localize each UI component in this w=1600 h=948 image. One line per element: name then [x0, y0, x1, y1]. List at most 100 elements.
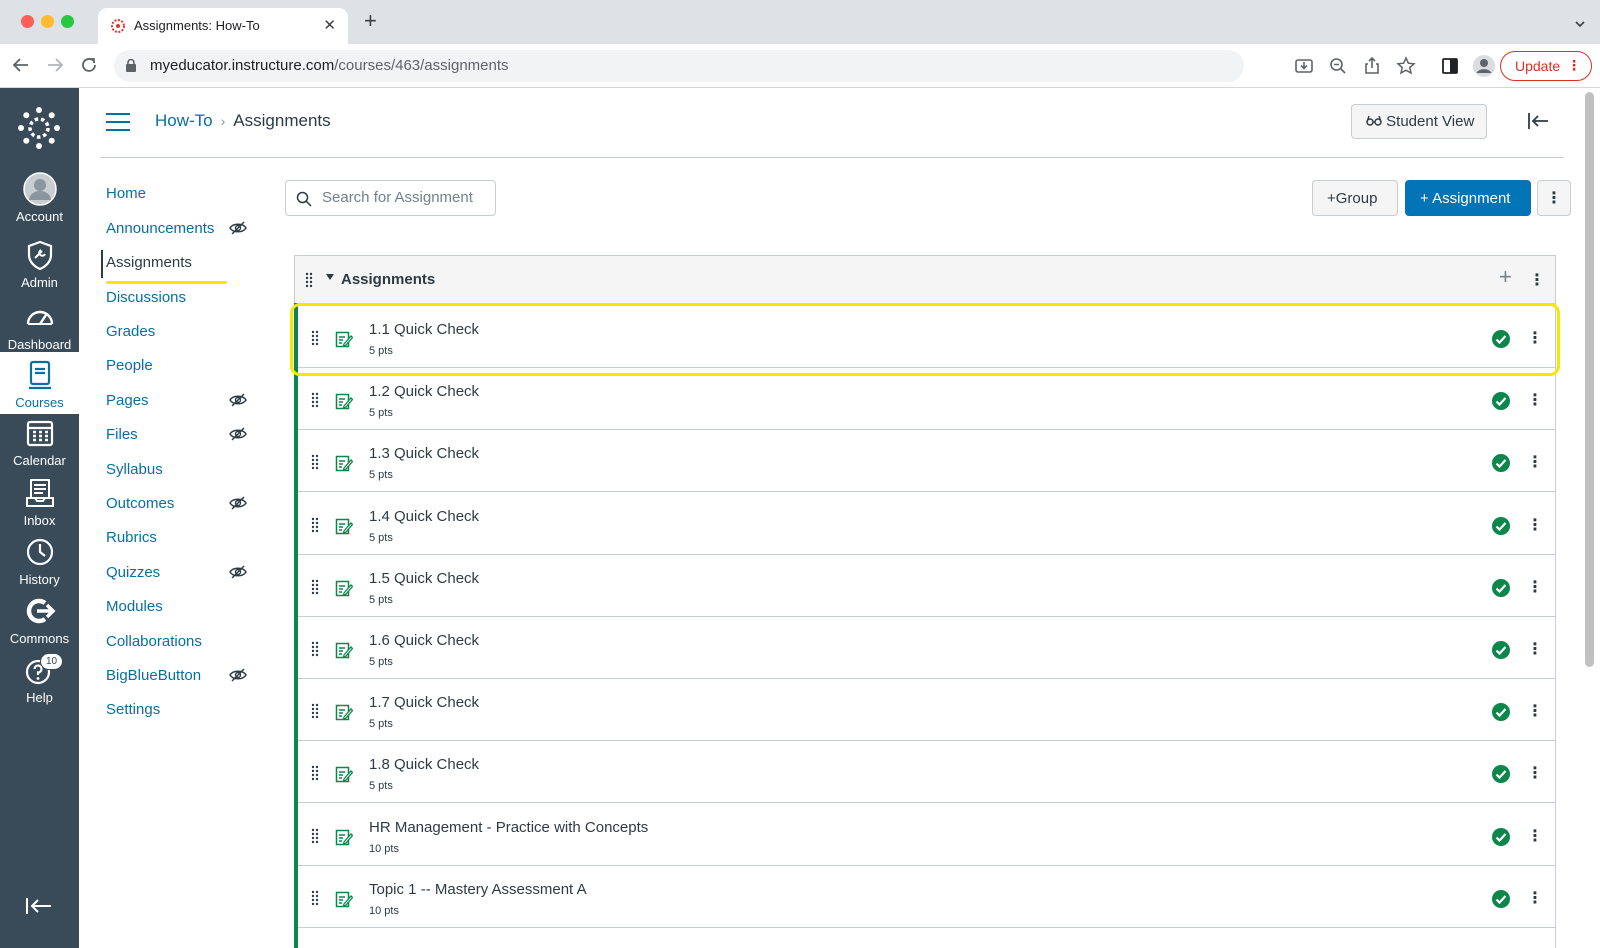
assignment-more-icon[interactable]: ⋮ [1527, 701, 1543, 721]
collapse-caret-icon[interactable] [326, 274, 334, 280]
course-nav-people[interactable]: People [106, 357, 256, 374]
browser-tab[interactable]: Assignments: How-To ✕ [98, 8, 348, 44]
assignment-row[interactable]: Topic 1 -- Mastery Assessment A 10 pts ⋮ [295, 864, 1555, 928]
global-nav-calendar[interactable]: Calendar [0, 416, 79, 468]
course-nav-home[interactable]: Home [106, 185, 256, 202]
assignment-more-icon[interactable]: ⋮ [1527, 639, 1543, 659]
search-field[interactable] [285, 180, 496, 216]
published-check-icon[interactable] [1491, 391, 1511, 411]
group-more-icon[interactable]: ⋮ [1529, 270, 1545, 290]
assignment-title-link[interactable]: 1.3 Quick Check [369, 445, 479, 462]
reload-icon[interactable] [80, 56, 98, 74]
assignment-title-link[interactable]: 1.6 Quick Check [369, 632, 479, 649]
drag-handle-icon[interactable] [311, 330, 319, 346]
window-minimize-button[interactable] [41, 15, 54, 28]
assignment-group-header[interactable]: Assignments + ⋮ [295, 256, 1555, 304]
tab-search-chevron-icon[interactable] [1574, 18, 1586, 30]
drag-handle-icon[interactable] [311, 454, 319, 470]
assignment-more-icon[interactable]: ⋮ [1527, 328, 1543, 348]
global-nav-account[interactable]: Account [0, 172, 79, 224]
published-check-icon[interactable] [1491, 453, 1511, 473]
assignment-title-link[interactable]: 1.7 Quick Check [369, 694, 479, 711]
drag-handle-icon[interactable] [305, 272, 313, 288]
published-check-icon[interactable] [1491, 889, 1511, 909]
assignment-more-icon[interactable]: ⋮ [1527, 888, 1543, 908]
course-nav-bigbluebutton[interactable]: BigBlueButton [106, 667, 256, 684]
course-nav-pages[interactable]: Pages [106, 392, 256, 409]
zoom-icon[interactable] [1328, 56, 1348, 76]
drag-handle-icon[interactable] [311, 579, 319, 595]
published-check-icon[interactable] [1491, 516, 1511, 536]
course-nav-assignments[interactable]: Assignments [101, 250, 256, 278]
drag-handle-icon[interactable] [311, 703, 319, 719]
window-zoom-button[interactable] [61, 15, 74, 28]
settings-more-button[interactable]: ⋮ [1537, 180, 1571, 216]
course-nav-settings[interactable]: Settings [106, 701, 256, 718]
course-nav-collaborations[interactable]: Collaborations [106, 633, 256, 650]
course-nav-outcomes[interactable]: Outcomes [106, 495, 256, 512]
published-check-icon[interactable] [1491, 702, 1511, 722]
published-check-icon[interactable] [1491, 640, 1511, 660]
side-panel-icon[interactable] [1440, 56, 1460, 76]
assignment-title-link[interactable]: Topic 1 -- Mastery Assessment A [369, 881, 587, 898]
assignment-row[interactable]: 1.2 Quick Check 5 pts ⋮ [295, 366, 1555, 431]
global-nav-dashboard[interactable]: Dashboard [0, 300, 79, 352]
assignment-row[interactable]: 1.8 Quick Check 5 pts ⋮ [295, 739, 1555, 804]
global-nav-admin[interactable]: Admin [0, 238, 79, 290]
global-nav-courses[interactable]: Courses [0, 352, 79, 414]
global-nav-help[interactable]: 10 Help [0, 653, 79, 705]
course-nav-announcements[interactable]: Announcements [106, 220, 256, 237]
global-nav-commons[interactable]: Commons [0, 594, 79, 646]
assignment-title-link[interactable]: 1.1 Quick Check [369, 321, 479, 338]
drag-handle-icon[interactable] [311, 765, 319, 781]
drag-handle-icon[interactable] [311, 517, 319, 533]
tab-close-icon[interactable]: ✕ [323, 16, 336, 34]
assignment-row[interactable]: 1.4 Quick Check 5 pts ⋮ [295, 491, 1555, 555]
add-to-group-icon[interactable]: + [1499, 266, 1512, 288]
breadcrumb-course-link[interactable]: How-To [155, 111, 213, 130]
assignment-more-icon[interactable]: ⋮ [1527, 577, 1543, 597]
published-check-icon[interactable] [1491, 578, 1511, 598]
drag-handle-icon[interactable] [311, 890, 319, 906]
global-nav-history[interactable]: History [0, 535, 79, 587]
address-bar[interactable]: myeducator.instructure.com/courses/463/a… [114, 50, 1244, 82]
assignment-title-link[interactable]: 1.8 Quick Check [369, 756, 479, 773]
student-view-button[interactable]: Student View [1351, 104, 1487, 139]
assignment-row[interactable]: HR Management - Practice with Concepts 10… [295, 802, 1555, 866]
add-assignment-button[interactable]: + Assignment [1405, 180, 1531, 216]
add-group-button[interactable]: +Group [1312, 180, 1398, 216]
page-scrollbar[interactable] [1585, 92, 1594, 667]
assignment-title-link[interactable]: 1.4 Quick Check [369, 508, 479, 525]
new-tab-button[interactable]: + [364, 10, 377, 32]
assignment-row[interactable]: 1.7 Quick Check 5 pts ⋮ [295, 677, 1555, 742]
back-arrow-icon[interactable] [12, 56, 30, 74]
course-nav-modules[interactable]: Modules [106, 598, 256, 615]
assignment-more-icon[interactable]: ⋮ [1527, 390, 1543, 410]
course-nav-quizzes[interactable]: Quizzes [106, 564, 256, 581]
assignment-title-link[interactable]: 1.5 Quick Check [369, 570, 479, 587]
published-check-icon[interactable] [1491, 827, 1511, 847]
assignment-more-icon[interactable]: ⋮ [1527, 763, 1543, 783]
canvas-logo-icon[interactable] [17, 106, 61, 150]
course-nav-rubrics[interactable]: Rubrics [106, 529, 256, 546]
bookmark-star-icon[interactable] [1396, 56, 1416, 76]
assignment-more-icon[interactable]: ⋮ [1527, 826, 1543, 846]
share-icon[interactable] [1362, 56, 1382, 76]
hamburger-menu-icon[interactable] [106, 113, 130, 131]
search-input[interactable] [322, 189, 490, 206]
collapse-nav-icon[interactable] [24, 896, 54, 916]
assignment-row[interactable]: 1.1 Quick Check 5 pts ⋮ [295, 304, 1555, 368]
course-nav-grades[interactable]: Grades [106, 323, 256, 340]
drag-handle-icon[interactable] [311, 641, 319, 657]
forward-arrow-icon[interactable] [46, 56, 64, 74]
drag-handle-icon[interactable] [311, 828, 319, 844]
course-nav-discussions[interactable]: Discussions [106, 289, 256, 306]
assignment-title-link[interactable]: HR Management - Practice with Concepts [369, 819, 648, 836]
window-close-button[interactable] [21, 15, 34, 28]
assignment-row[interactable]: 1.3 Quick Check 5 pts ⋮ [295, 428, 1555, 493]
collapse-sidebar-icon[interactable] [1527, 112, 1549, 130]
course-nav-files[interactable]: Files [106, 426, 256, 443]
assignment-row[interactable]: 1.5 Quick Check 5 pts ⋮ [295, 553, 1555, 617]
install-icon[interactable] [1294, 56, 1314, 76]
profile-avatar-icon[interactable] [1472, 54, 1496, 78]
